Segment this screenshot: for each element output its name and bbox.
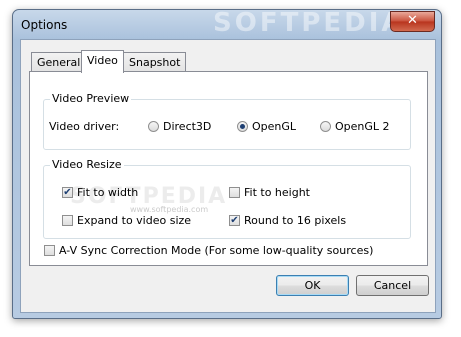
video-resize-group: Video Resize ✔ Fit to width Fit to heigh… [43,158,411,239]
checkbox-fit-to-width-label: Fit to width [77,186,139,199]
video-preview-title: Video Preview [50,92,132,105]
checkbox-expand-to-video-size-box[interactable] [62,215,73,226]
video-driver-label: Video driver: [49,120,120,133]
close-button[interactable]: ✕ [390,11,435,32]
checkbox-fit-to-height[interactable]: Fit to height [229,186,310,199]
checkbox-fit-to-height-box[interactable] [229,187,240,198]
dialog-title: Options [21,18,68,32]
checkbox-expand-to-video-size[interactable]: Expand to video size [62,214,191,227]
tab-snapshot[interactable]: Snapshot [123,52,187,72]
cancel-button[interactable]: Cancel [356,275,429,296]
title-watermark: SOFTPEDIA [213,8,405,38]
checkbox-fit-to-height-label: Fit to height [244,186,310,199]
video-preview-group: Video Preview Video driver: Direct3D Ope… [43,92,411,150]
radio-opengl-label: OpenGL [252,120,297,133]
radio-direct3d[interactable]: Direct3D [148,120,211,133]
checkbox-expand-to-video-size-label: Expand to video size [77,214,192,227]
checkbox-fit-to-width[interactable]: ✔ Fit to width [62,186,138,199]
checkbox-fit-to-width-box[interactable]: ✔ [62,187,73,198]
checkbox-av-sync[interactable]: A-V Sync Correction Mode (For some low-q… [44,244,373,257]
checkbox-round-to-16-pixels[interactable]: ✔ Round to 16 pixels [229,214,346,227]
checkbox-av-sync-label: A-V Sync Correction Mode (For some low-q… [59,244,374,257]
tab-video[interactable]: Video [81,50,124,73]
radio-direct3d-indicator[interactable] [148,121,159,132]
options-dialog: SOFTPEDIA Options ✕ General Video Snapsh… [12,8,442,319]
radio-opengl2-label: OpenGL 2 [335,120,390,133]
dialog-client-area: General Video Snapshot Video Preview Vid… [20,39,436,313]
checkbox-round-to-16-pixels-label: Round to 16 pixels [244,214,347,227]
tab-general[interactable]: General [31,52,87,72]
radio-opengl-indicator[interactable] [237,121,248,132]
radio-direct3d-label: Direct3D [163,120,212,133]
video-tab-panel: Video Preview Video driver: Direct3D Ope… [29,71,428,266]
close-icon: ✕ [407,13,418,28]
radio-opengl2-indicator[interactable] [320,121,331,132]
radio-opengl[interactable]: OpenGL [237,120,296,133]
checkbox-round-to-16-pixels-box[interactable]: ✔ [229,215,240,226]
ok-button[interactable]: OK [276,275,349,296]
radio-opengl2[interactable]: OpenGL 2 [320,120,390,133]
checkbox-av-sync-box[interactable] [44,245,55,256]
video-resize-title: Video Resize [50,158,124,171]
